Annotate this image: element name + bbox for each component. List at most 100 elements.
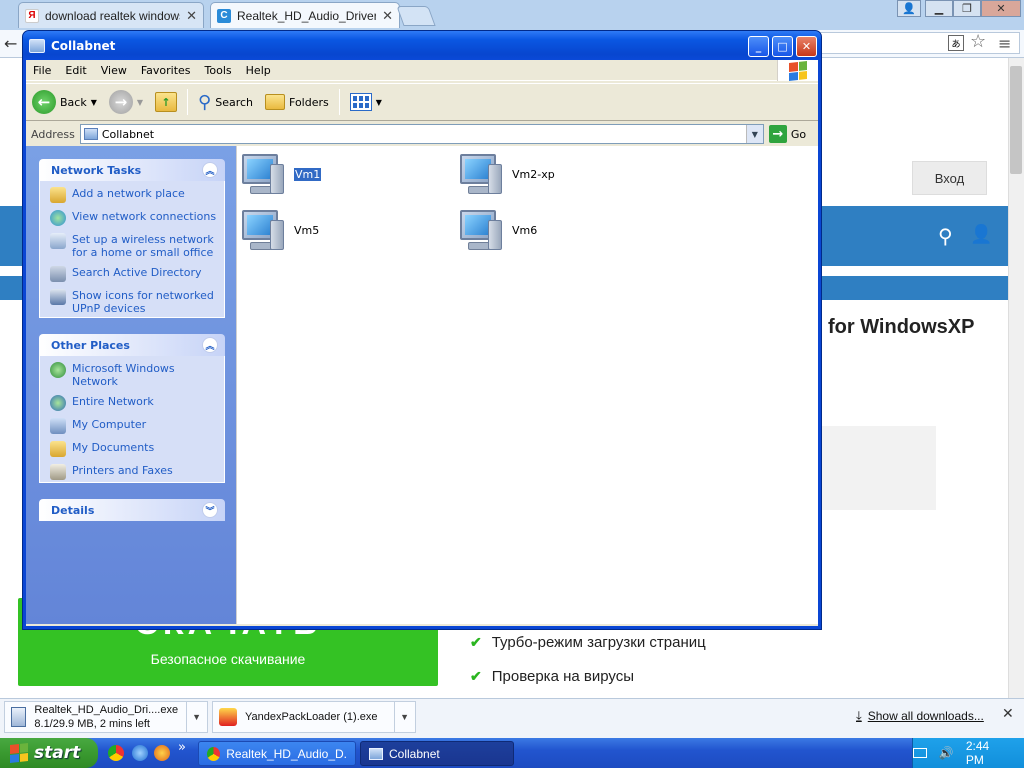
close-button[interactable]: ✕ [796,36,817,57]
download-item[interactable]: Realtek_HD_Audio_Dri....exe 8.1/29.9 MB,… [4,701,208,733]
menu-tools[interactable]: Tools [198,64,239,77]
place-printers-faxes[interactable]: Printers and Faxes [50,464,218,480]
checkmark-icon: ✔ [470,634,482,650]
back-button[interactable]: ← Back ▼ [26,84,103,120]
folders-button[interactable]: Folders [259,84,335,120]
search-button[interactable]: ⚲ Search [192,84,259,120]
address-dropdown-icon[interactable]: ▼ [745,125,763,143]
dropdown-icon[interactable]: ▼ [137,98,143,107]
back-arrow-icon[interactable]: ← [4,34,17,53]
quicklaunch-more-icon[interactable]: » [178,740,186,755]
place-label: Microsoft Windows Network [72,362,175,388]
close-shelf-icon[interactable]: ✕ [1002,706,1014,722]
minimize-button[interactable]: _ [748,36,769,57]
go-arrow-icon: → [768,125,787,143]
place-windows-network[interactable]: Microsoft Windows Network [50,362,218,388]
browser-restore-icon[interactable]: ❐ [953,0,981,17]
task-add-network-place[interactable]: Add a network place [50,187,218,203]
folders-icon [265,94,286,110]
login-button[interactable]: Вход [912,161,987,195]
translate-icon[interactable]: あ [948,35,964,51]
other-places-title: Other Places [51,338,130,352]
browser-user-icon[interactable]: 👤 [897,0,921,17]
omnibox[interactable] [820,32,1020,54]
browser-tab-realtek[interactable]: C Realtek_HD_Audio_Drivers_ ✕ [210,2,400,28]
up-folder-button[interactable]: ↑ [149,84,183,120]
windows-logo-icon [777,60,818,81]
download-menu-icon[interactable]: ▼ [394,702,409,732]
network-tasks-title: Network Tasks [51,163,142,177]
volume-tray-icon[interactable]: 🔊 [939,746,954,760]
scrollbar-thumb[interactable] [1010,66,1022,174]
bookmark-star-icon[interactable]: ☆ [970,31,986,52]
task-search-active-directory[interactable]: Search Active Directory [50,266,218,282]
start-button[interactable]: start [0,738,98,768]
download-item[interactable]: YandexPackLoader (1).exe ▼ [212,701,416,733]
computer-label: Vm5 [294,223,320,237]
computer-item-vm5[interactable]: Vm5 [240,204,480,256]
menu-edit[interactable]: Edit [58,64,93,77]
tab-title: download realtek windows xp [45,8,180,23]
task-show-upnp[interactable]: Show icons for networked UPnP devices [50,289,218,315]
computer-item-vm6[interactable]: Vm6 [458,204,698,256]
add-network-place-icon [50,187,66,203]
show-all-downloads-link[interactable]: ⤓ Show all downloads... [856,708,984,724]
network-tasks-header[interactable]: Network Tasks ︽ [39,159,225,181]
views-button[interactable]: ▼ [344,84,388,120]
standard-toolbar: ← Back ▼ → ▼ ↑ ⚲ Search Folders ▼ [26,83,818,121]
place-entire-network[interactable]: Entire Network [50,395,218,411]
explorer-titlebar[interactable]: Collabnet [23,31,821,60]
download-menu-icon[interactable]: ▼ [186,702,201,732]
taskbar-task-chrome[interactable]: Realtek_HD_Audio_D... [198,741,356,766]
menu-help[interactable]: Help [239,64,278,77]
search-label: Search [215,95,254,109]
firefox-quicklaunch-icon[interactable] [154,745,170,761]
go-button[interactable]: → Go [764,125,806,143]
user-icon[interactable]: 👤 [970,224,992,245]
search-directory-icon [50,266,66,282]
other-places-panel: Microsoft Windows Network Entire Network… [39,356,225,483]
collapse-chevron-icon[interactable]: ︽ [202,162,218,178]
start-label: start [34,743,81,763]
network-connections-icon [50,210,66,226]
keyboard-tray-icon[interactable] [913,748,927,758]
other-places-header[interactable]: Other Places ︽ [39,334,225,356]
menu-icon[interactable]: ≡ [998,34,1011,53]
tab-title: Realtek_HD_Audio_Drivers_ [237,8,377,23]
dropdown-icon[interactable]: ▼ [91,98,97,107]
menu-bar: File Edit View Favorites Tools Help [26,60,818,81]
address-field[interactable]: Collabnet ▼ [79,124,764,144]
network-computer-icon [458,206,508,254]
menu-favorites[interactable]: Favorites [134,64,198,77]
forward-button[interactable]: → ▼ [103,84,149,120]
maximize-button[interactable]: □ [772,36,793,57]
site-favicon-icon: C [217,8,231,23]
chrome-quicklaunch-icon[interactable] [108,745,124,761]
my-computer-icon [50,418,66,434]
browser-close-icon[interactable]: ✕ [981,0,1021,17]
tab-close-icon[interactable]: ✕ [382,8,393,24]
address-value: Collabnet [101,127,155,141]
menu-file[interactable]: File [26,64,58,77]
dropdown-icon[interactable]: ▼ [376,98,382,107]
clock[interactable]: 2:44 PM [966,739,1010,767]
search-icon[interactable]: ⚲ [938,224,953,248]
menu-view[interactable]: View [94,64,134,77]
place-my-documents[interactable]: My Documents [50,441,218,457]
task-label: Add a network place [72,187,185,200]
place-my-computer[interactable]: My Computer [50,418,218,434]
collapse-chevron-icon[interactable]: ︽ [202,337,218,353]
browser-tab-yandex[interactable]: Я download realtek windows xp ✕ [18,2,204,28]
taskbar-task-collabnet[interactable]: Collabnet [360,741,514,766]
browser-minimize-icon[interactable]: ▁ [925,0,953,17]
task-view-network-connections[interactable]: View network connections [50,210,218,226]
expand-chevron-icon[interactable]: ︾ [202,502,218,518]
task-setup-wireless[interactable]: Set up a wireless network for a home or … [50,233,218,259]
ie-quicklaunch-icon[interactable] [132,745,148,761]
details-header[interactable]: Details ︾ [39,499,225,521]
computer-item-vm2-xp[interactable]: Vm2-xp [458,148,698,200]
download-status: 8.1/29.9 MB, 2 mins left [34,718,150,730]
computer-item-vm1[interactable]: Vm1 [240,148,480,200]
new-tab-button[interactable] [396,6,436,26]
tab-close-icon[interactable]: ✕ [186,8,197,24]
